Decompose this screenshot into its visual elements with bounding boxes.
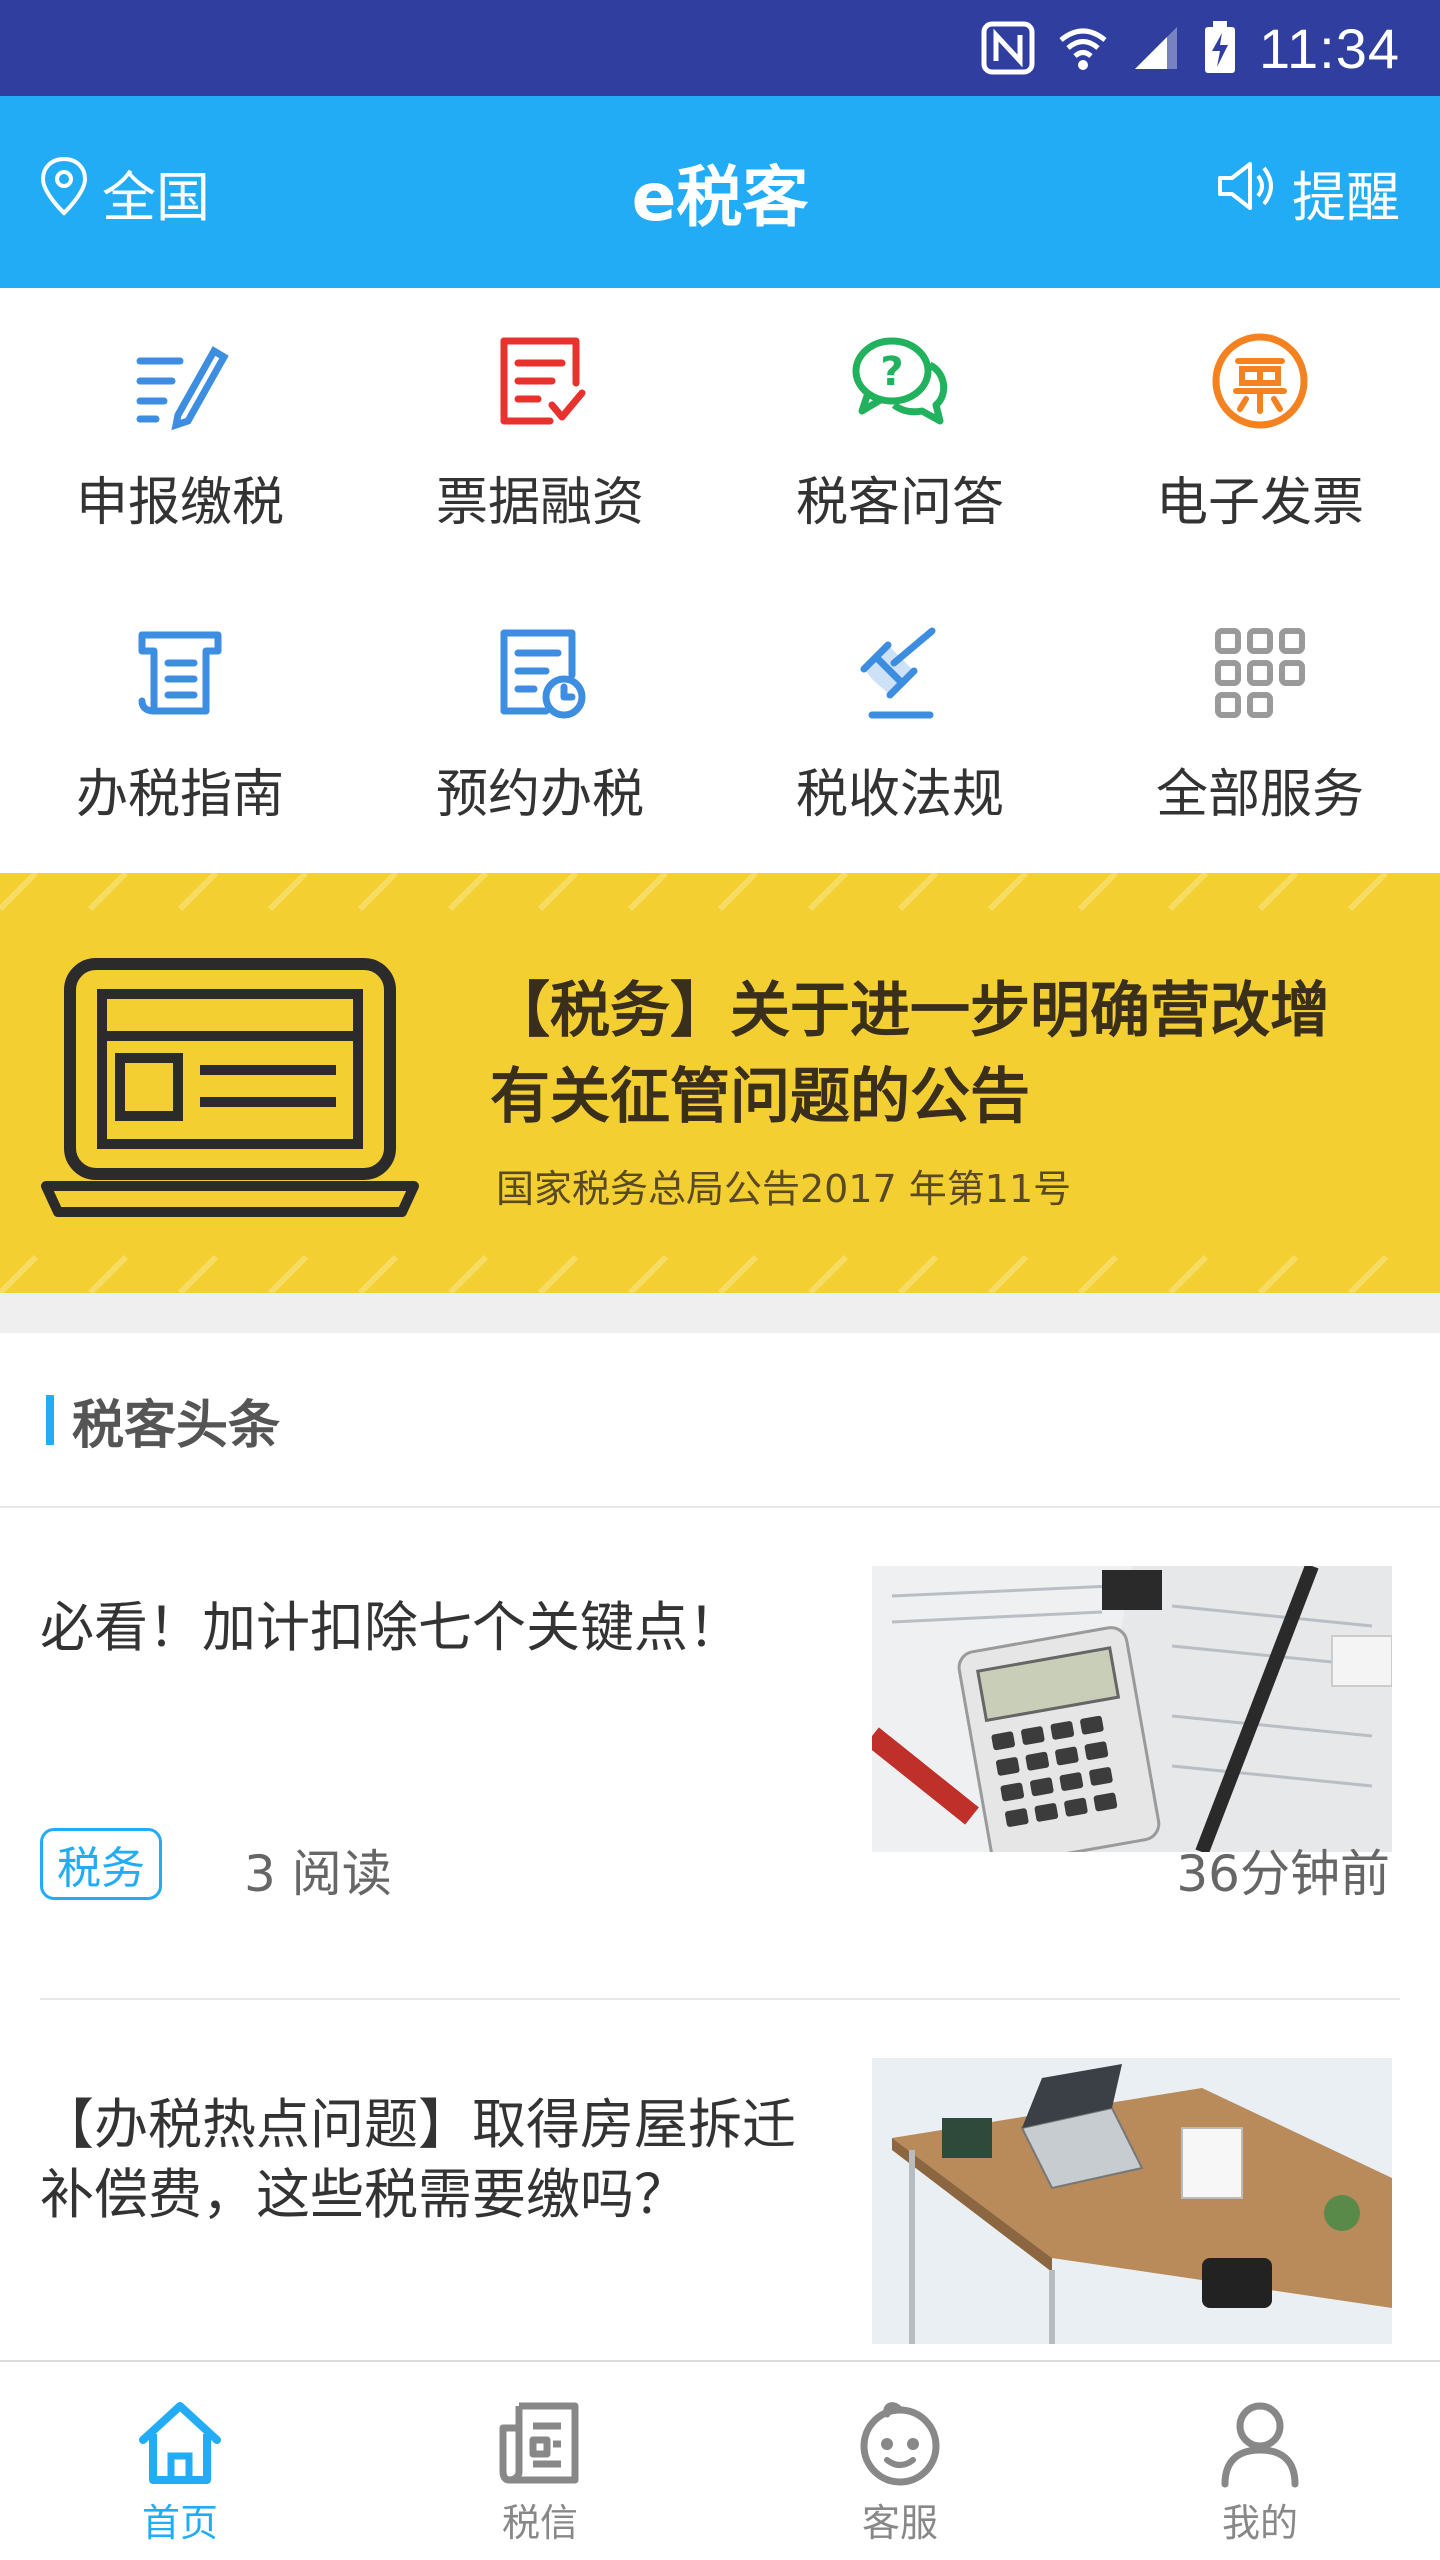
service-label: 税客问答	[795, 473, 1004, 533]
home-icon	[139, 2402, 221, 2484]
app-bar: 全国 e税客 提醒	[0, 96, 1440, 288]
service-invoice-finance[interactable]: 票据融资	[360, 288, 720, 580]
news-title: 必看！加计扣除七个关键点！	[40, 1596, 742, 1659]
announcement-banner[interactable]: 【税务】关于进一步明确营改增 有关征管问题的公告 国家税务总局公告2017 年第…	[0, 873, 1440, 1293]
invoice-finance-icon	[485, 326, 595, 436]
tab-label: 我的	[1221, 2501, 1298, 2545]
calculator-tax-forms-photo	[872, 1566, 1392, 1852]
status-time: 11:34	[1259, 16, 1400, 80]
tab-tax-news[interactable]: 税信	[360, 2362, 720, 2560]
gavel-icon	[845, 618, 955, 728]
news-title: 【办税热点问题】取得房屋拆迁补偿费，这些税需要缴吗？	[40, 2093, 796, 2226]
tab-label: 税信	[501, 2501, 578, 2545]
publish-time: 36分钟前	[1176, 1845, 1390, 1903]
news-item[interactable]: 【办税热点问题】取得房屋拆迁补偿费，这些税需要缴吗？	[0, 2000, 1440, 2360]
service-e-invoice[interactable]: 电子发票	[1080, 288, 1440, 580]
service-tax-qa[interactable]: ? 税客问答	[720, 288, 1080, 580]
status-bar: 11:34	[0, 0, 1440, 96]
tab-label: 客服	[861, 2501, 938, 2545]
service-label: 税收法规	[795, 765, 1004, 825]
news-doc-icon	[499, 2402, 579, 2484]
section-title: 税客头条	[72, 1396, 281, 1456]
service-appointment[interactable]: 预约办税	[360, 580, 720, 872]
remind-label: 提醒	[1292, 165, 1400, 229]
service-tax-guide[interactable]: 办税指南	[0, 580, 360, 872]
grid-icon	[1205, 618, 1315, 728]
speaker-icon	[1216, 158, 1278, 227]
service-label: 电子发票	[1155, 473, 1364, 533]
banner-subtitle: 国家税务总局公告2017 年第11号	[496, 1167, 1072, 1211]
battery-charging-icon	[1203, 21, 1237, 75]
ticket-coin-icon	[1205, 326, 1315, 436]
banner-title-line2: 有关征管问题的公告	[490, 1062, 1030, 1132]
guide-scroll-icon	[125, 618, 235, 728]
service-label: 办税指南	[75, 765, 284, 825]
tab-customer-service[interactable]: 客服	[720, 2362, 1080, 2560]
bottom-navigation: 首页 税信 客服 我的	[0, 2360, 1440, 2560]
office-desk-photo	[872, 2058, 1392, 2344]
service-grid: 申报缴税 票据融资 ? 税客问答 电子发票 办税指南 预约办税 税收法规 全部服…	[0, 288, 1440, 873]
news-section-header: 税客头条	[0, 1333, 1440, 1508]
category-tag[interactable]: 税务	[40, 1828, 162, 1900]
section-accent-bar	[46, 1395, 54, 1445]
laptop-illustration	[41, 958, 419, 1217]
service-label: 预约办税	[435, 765, 644, 825]
service-all[interactable]: 全部服务	[1080, 580, 1440, 872]
service-tax-law[interactable]: 税收法规	[720, 580, 1080, 872]
banner-title-line1: 【税务】关于进一步明确营改增	[490, 976, 1330, 1046]
tab-label: 首页	[141, 2501, 218, 2545]
section-gap	[0, 1293, 1440, 1333]
signal-icon	[1131, 23, 1181, 73]
chat-question-icon: ?	[845, 326, 955, 436]
news-item[interactable]: 必看！加计扣除七个关键点！ 税务 3 阅读 36分钟前	[0, 1508, 1440, 2000]
banner-title: 【税务】关于进一步明确营改增 有关征管问题的公告	[490, 968, 1410, 1140]
person-icon	[1221, 2402, 1299, 2488]
wifi-icon	[1057, 22, 1109, 74]
service-label: 申报缴税	[75, 473, 284, 533]
tab-home[interactable]: 首页	[0, 2362, 360, 2560]
service-face-icon	[860, 2402, 940, 2486]
nfc-icon	[981, 21, 1035, 75]
remind-button[interactable]: 提醒	[1216, 96, 1400, 288]
service-label: 票据融资	[435, 473, 644, 533]
service-label: 全部服务	[1155, 765, 1364, 825]
tab-profile[interactable]: 我的	[1080, 2362, 1440, 2560]
read-count: 3 阅读	[244, 1845, 392, 1903]
svg-text:?: ?	[880, 349, 903, 395]
declare-pen-icon	[125, 326, 235, 436]
service-declare-tax[interactable]: 申报缴税	[0, 288, 360, 580]
appointment-clock-icon	[485, 618, 595, 728]
